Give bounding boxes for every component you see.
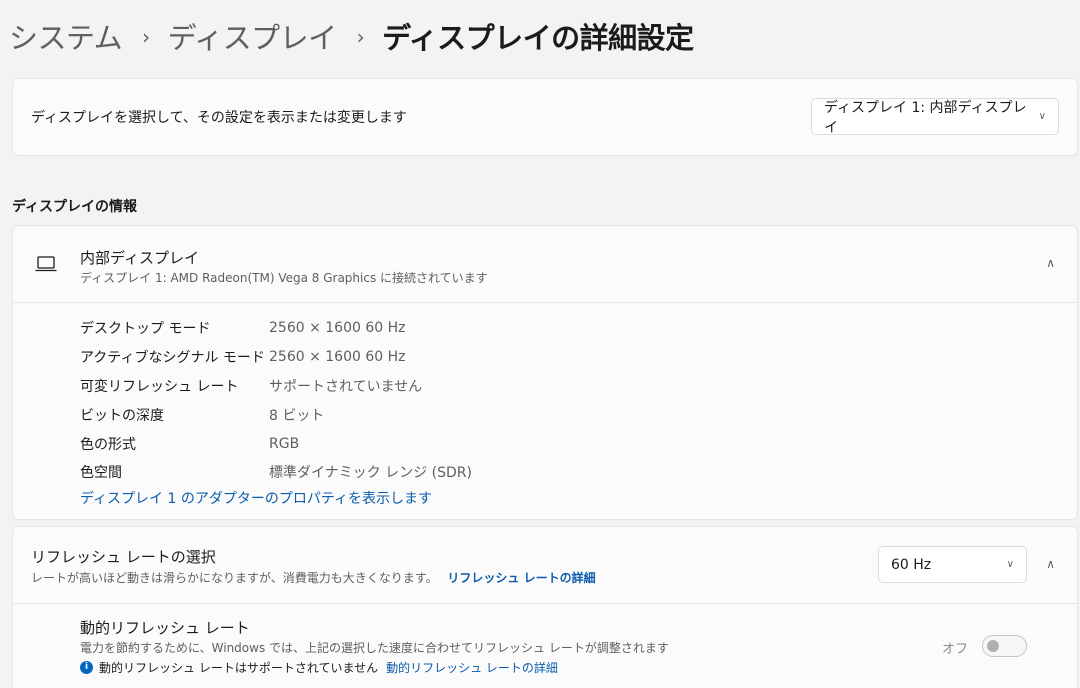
info-key: デスクトップ モード: [80, 321, 211, 338]
display-select-card: ディスプレイを選択して、その設定を表示または変更します ディスプレイ 1: 内部…: [12, 78, 1078, 156]
info-value: 2560 × 1600 60 Hz: [269, 320, 406, 337]
section-title-display-info: ディスプレイの情報: [12, 199, 138, 215]
info-icon: i: [80, 661, 93, 674]
info-row: アクティブなシグナル モード 2560 × 1600 60 Hz: [80, 343, 472, 372]
info-value: RGB: [269, 435, 300, 452]
refresh-rate-value: 60 Hz: [891, 556, 932, 573]
adapter-properties-link[interactable]: ディスプレイ 1 のアダプターのプロパティを表示します: [80, 488, 432, 508]
refresh-rate-header: リフレッシュ レートの選択 レートが高いほど動きは滑らかになりますが、消費電力も…: [13, 527, 1077, 604]
chevron-down-icon: ∨: [1006, 559, 1014, 570]
info-value: 標準ダイナミック レンジ (SDR): [269, 465, 472, 482]
info-value: 2560 × 1600 60 Hz: [269, 349, 406, 366]
display-info-list: デスクトップ モード 2560 × 1600 60 Hz アクティブなシグナル …: [80, 314, 472, 487]
dynamic-refresh-note-text: 動的リフレッシュ レートはサポートされていません: [99, 661, 379, 675]
breadcrumb: システム › ディスプレイ › ディスプレイの詳細設定: [9, 14, 694, 58]
breadcrumb-item-system[interactable]: システム: [9, 15, 123, 57]
info-row: 色空間 標準ダイナミック レンジ (SDR): [80, 458, 472, 487]
breadcrumb-item-display[interactable]: ディスプレイ: [168, 15, 337, 57]
display-info-card: 内部ディスプレイ ディスプレイ 1: AMD Radeon(TM) Vega 8…: [12, 225, 1078, 520]
display-select-label: ディスプレイを選択して、その設定を表示または変更します: [31, 110, 407, 126]
info-row: 可変リフレッシュ レート サポートされていません: [80, 372, 472, 401]
info-row: ビットの深度 8 ビット: [80, 400, 472, 429]
refresh-rate-card: リフレッシュ レートの選択 レートが高いほど動きは滑らかになりますが、消費電力も…: [12, 526, 1078, 688]
refresh-rate-dropdown[interactable]: 60 Hz ∨: [878, 546, 1027, 583]
info-row: デスクトップ モード 2560 × 1600 60 Hz: [80, 314, 472, 343]
breadcrumb-separator-icon: ›: [356, 25, 365, 49]
toggle-knob: [987, 640, 999, 652]
dynamic-refresh-toggle[interactable]: [982, 635, 1027, 657]
chevron-up-icon[interactable]: ∧: [1046, 557, 1055, 571]
refresh-rate-subtitle: レートが高いほど動きは滑らかになりますが、消費電力も大きくなります。 リフレッシ…: [31, 569, 596, 586]
dynamic-refresh-note: i 動的リフレッシュ レートはサポートされていません 動的リフレッシュ レートの…: [80, 659, 558, 676]
display-info-header[interactable]: 内部ディスプレイ ディスプレイ 1: AMD Radeon(TM) Vega 8…: [13, 226, 1077, 303]
display-select-value: ディスプレイ 1: 内部ディスプレイ: [824, 99, 1027, 136]
dynamic-refresh-toggle-label: オフ: [942, 642, 969, 657]
refresh-rate-title: リフレッシュ レートの選択: [31, 548, 216, 566]
chevron-up-icon[interactable]: ∧: [1046, 256, 1055, 270]
info-key: アクティブなシグナル モード: [80, 350, 265, 367]
display-info-subtitle: ディスプレイ 1: AMD Radeon(TM) Vega 8 Graphics…: [80, 271, 488, 285]
breadcrumb-separator-icon: ›: [142, 25, 150, 49]
page-title: ディスプレイの詳細設定: [382, 21, 694, 55]
chevron-down-icon: ∨: [1038, 111, 1046, 122]
info-key: 色空間: [80, 465, 122, 482]
info-value: 8 ビット: [269, 407, 325, 424]
info-key: 色の形式: [80, 436, 136, 453]
info-key: 可変リフレッシュ レート: [80, 378, 239, 395]
refresh-rate-description: レートが高いほど動きは滑らかになりますが、消費電力も大きくなります。: [31, 571, 438, 585]
display-select-dropdown[interactable]: ディスプレイ 1: 内部ディスプレイ ∨: [811, 98, 1059, 136]
dynamic-refresh-details-link[interactable]: 動的リフレッシュ レートの詳細: [386, 659, 558, 676]
dynamic-refresh-title: 動的リフレッシュ レート: [80, 619, 250, 637]
info-value: サポートされていません: [269, 378, 423, 395]
display-info-title: 内部ディスプレイ: [80, 249, 199, 267]
refresh-rate-details-link[interactable]: リフレッシュ レートの詳細: [447, 571, 595, 585]
info-key: ビットの深度: [80, 407, 164, 424]
dynamic-refresh-subtitle: 電力を節約するために、Windows では、上記の選択した速度に合わせてリフレッ…: [80, 641, 669, 655]
laptop-icon: [35, 256, 57, 272]
info-row: 色の形式 RGB: [80, 429, 472, 458]
